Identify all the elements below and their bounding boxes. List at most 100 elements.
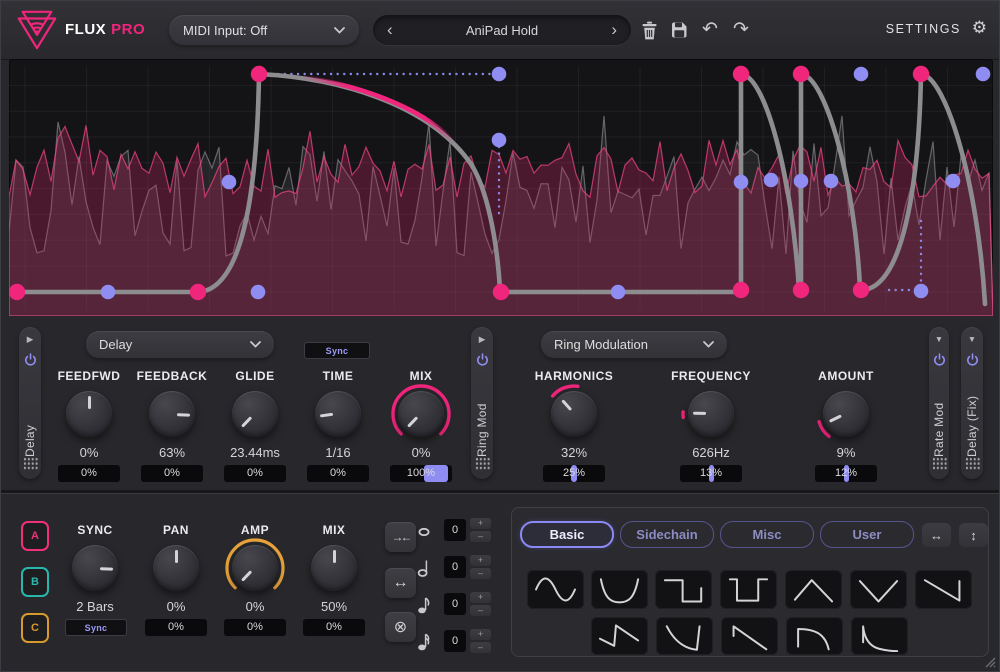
shape-tile-slow-then-fast-decay[interactable] [786, 617, 843, 655]
glide-mod-box[interactable]: 0% [224, 465, 286, 482]
shape-tile-sine[interactable] [527, 570, 584, 609]
tab-misc[interactable]: Misc [720, 521, 814, 548]
shape-tile-inverted-square[interactable] [720, 570, 777, 609]
lfo-mix-knob[interactable] [311, 545, 357, 591]
feedfwd-knob[interactable] [66, 391, 112, 437]
clear-points-button[interactable]: ⊗ [385, 612, 416, 642]
shape-tile-square[interactable] [655, 570, 712, 609]
envelope-node-purple[interactable] [914, 284, 929, 299]
stepper-value[interactable]: 0 [444, 630, 466, 652]
increment-button[interactable]: + [470, 629, 491, 640]
ringmod-type-dropdown[interactable]: Ring Modulation [541, 331, 727, 358]
expand-module-icon[interactable]: ▶ [27, 334, 34, 344]
resize-grip[interactable] [983, 655, 996, 668]
stepper-value[interactable]: 0 [444, 593, 466, 615]
rate-sync-knob[interactable] [72, 545, 118, 591]
save-preset-button[interactable] [667, 18, 691, 42]
delay-type-dropdown[interactable]: Delay [86, 331, 274, 358]
increment-button[interactable]: + [470, 555, 491, 566]
expand-module-icon[interactable]: ▶ [479, 334, 486, 344]
envelope-node-pink[interactable] [493, 284, 509, 300]
frequency-knob[interactable] [688, 391, 734, 437]
collapse-module-icon[interactable]: ▼ [968, 334, 976, 344]
undo-button[interactable]: ↶ [698, 18, 722, 42]
lfo-slot-a[interactable]: A [21, 521, 49, 551]
decrement-button[interactable]: – [470, 642, 491, 653]
shape-tile-exp-decay-reset[interactable] [656, 617, 713, 655]
envelope-node-purple[interactable] [976, 67, 991, 82]
power-icon[interactable] [933, 353, 946, 366]
drag-handle-icon[interactable] [475, 457, 490, 470]
envelope-node-purple[interactable] [764, 173, 779, 188]
amount-knob[interactable] [823, 391, 869, 437]
envelope-node-purple[interactable] [854, 67, 869, 82]
rate-sync-toggle[interactable]: Sync [65, 619, 127, 636]
envelope-node-pink[interactable] [853, 282, 869, 298]
drag-handle-icon[interactable] [965, 457, 980, 470]
settings-button[interactable]: SETTINGS [886, 22, 961, 36]
flip-horizontal-button[interactable]: ↔ [922, 523, 951, 547]
flip-vertical-button[interactable]: ↕ [959, 523, 988, 547]
envelope-node-purple[interactable] [611, 285, 626, 300]
envelope-node-pink[interactable] [793, 282, 809, 298]
feedfwd-mod-box[interactable]: 0% [58, 465, 120, 482]
time-mod-box[interactable]: 0% [307, 465, 369, 482]
pan-knob[interactable] [153, 545, 199, 591]
tab-user[interactable]: User [820, 521, 914, 548]
increment-button[interactable]: + [470, 592, 491, 603]
envelope-node-pink[interactable] [733, 66, 749, 82]
harmonics-mod-box[interactable]: 25% [543, 465, 605, 482]
shape-tile-inverted-triangle[interactable] [850, 570, 907, 609]
envelope-node-pink[interactable] [733, 282, 749, 298]
envelope-node-purple[interactable] [734, 175, 749, 190]
shape-tile-saw[interactable] [591, 617, 648, 655]
power-icon[interactable] [966, 353, 979, 366]
glide-knob[interactable] [232, 391, 278, 437]
tab-basic[interactable]: Basic [520, 521, 614, 548]
lfo-slot-c[interactable]: C [21, 613, 49, 643]
envelope-node-pink[interactable] [251, 66, 267, 82]
delay-sync-toggle[interactable]: Sync [304, 342, 370, 359]
preset-next-button[interactable]: › [611, 19, 617, 41]
envelope-node-pink[interactable] [793, 66, 809, 82]
stretch-button[interactable]: ↔ [385, 568, 416, 598]
decrement-button[interactable]: – [470, 605, 491, 616]
shape-tile-fast-then-slow-decay[interactable] [851, 617, 908, 655]
drag-handle-icon[interactable] [23, 457, 38, 470]
envelope-node-purple[interactable] [492, 133, 507, 148]
lfo-slot-b[interactable]: B [21, 567, 49, 597]
decrement-button[interactable]: – [470, 568, 491, 579]
envelope-node-purple[interactable] [251, 285, 266, 300]
envelope-node-pink[interactable] [9, 284, 25, 300]
harmonics-knob[interactable] [551, 391, 597, 437]
amount-mod-box[interactable]: 12% [815, 465, 877, 482]
shape-tile-triangle[interactable] [785, 570, 842, 609]
feedback-mod-box[interactable]: 0% [141, 465, 203, 482]
shape-tile-linear-decay[interactable] [721, 617, 778, 655]
preset-prev-button[interactable]: ‹ [387, 19, 393, 41]
drag-handle-icon[interactable] [932, 457, 947, 470]
snap-points-button[interactable]: →← [385, 522, 416, 552]
collapse-module-icon[interactable]: ▼ [935, 334, 943, 344]
pan-mod-box[interactable]: 0% [145, 619, 207, 636]
redo-button[interactable]: ↷ [729, 18, 753, 42]
delete-preset-button[interactable] [637, 18, 661, 42]
envelope-node-purple[interactable] [794, 174, 809, 189]
envelope-node-purple[interactable] [222, 175, 237, 190]
envelope-node-purple[interactable] [946, 174, 961, 189]
stepper-value[interactable]: 0 [444, 519, 466, 541]
delay-mix-mod-box[interactable]: 100% [390, 465, 452, 482]
amp-knob[interactable] [232, 545, 278, 591]
envelope-node-purple[interactable] [101, 285, 116, 300]
increment-button[interactable]: + [470, 518, 491, 529]
envelope-node-purple[interactable] [824, 174, 839, 189]
delay-mix-knob[interactable] [398, 391, 444, 437]
lfo-mix-mod-box[interactable]: 0% [303, 619, 365, 636]
decrement-button[interactable]: – [470, 531, 491, 542]
power-icon[interactable] [24, 353, 37, 366]
shape-tile-ramp-down[interactable] [915, 570, 972, 609]
envelope-node-pink[interactable] [190, 284, 206, 300]
tab-sidechain[interactable]: Sidechain [620, 521, 714, 548]
feedback-knob[interactable] [149, 391, 195, 437]
stepper-value[interactable]: 0 [444, 556, 466, 578]
